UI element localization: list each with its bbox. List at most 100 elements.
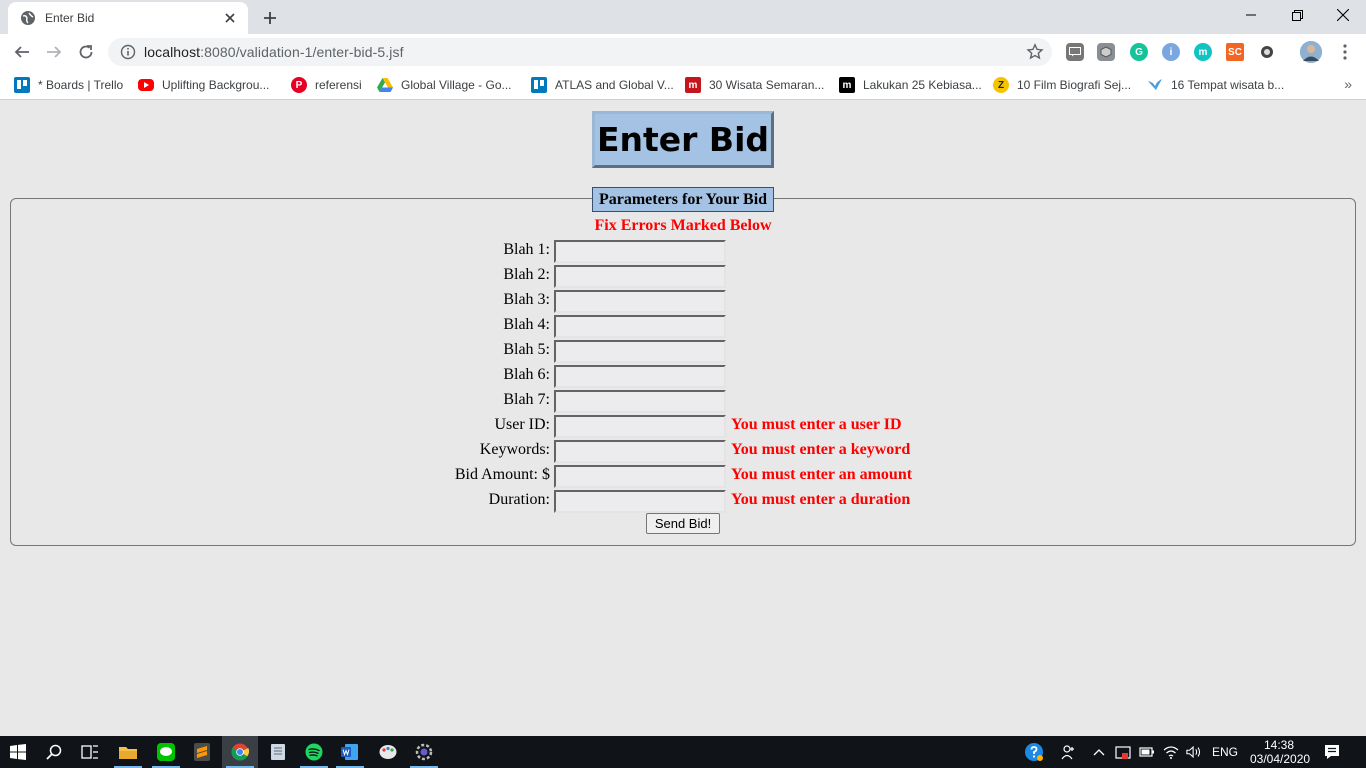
grammarly-icon[interactable]: G	[1130, 43, 1148, 61]
site-info-icon[interactable]	[120, 44, 136, 60]
bookmark-item[interactable]: P referensi	[291, 76, 362, 94]
blah-4-input[interactable]	[554, 315, 726, 338]
settings-app-icon[interactable]	[406, 736, 442, 768]
bookmark-item[interactable]: Z 10 Film Biografi Sej...	[993, 76, 1131, 94]
form-row: Blah 5:	[0, 338, 1366, 363]
duration-input[interactable]	[554, 490, 726, 513]
keywords-error: You must enter a keyword	[731, 441, 911, 458]
field-label: Blah 2:	[503, 266, 550, 283]
search-icon[interactable]	[36, 736, 72, 768]
trello-icon	[14, 77, 30, 93]
blah-3-input[interactable]	[554, 290, 726, 313]
user-id-error: You must enter a user ID	[731, 416, 902, 433]
bookmark-item[interactable]: Global Village - Go...	[377, 76, 512, 94]
line-icon[interactable]	[148, 736, 184, 768]
bookmark-item[interactable]: m 30 Wisata Semaran...	[685, 76, 824, 94]
start-icon[interactable]	[0, 736, 36, 768]
bookmark-item[interactable]: 16 Tempat wisata b...	[1147, 76, 1284, 94]
notes-icon[interactable]	[260, 736, 296, 768]
bookmark-item[interactable]: m Lakukan 25 Kebiasa...	[839, 76, 982, 94]
network-warning-icon[interactable]	[1115, 744, 1131, 760]
bookmark-label: 16 Tempat wisata b...	[1171, 78, 1285, 92]
blah-7-input[interactable]	[554, 390, 726, 413]
task-view-icon[interactable]	[72, 736, 108, 768]
reload-icon[interactable]	[72, 38, 100, 66]
m-logo-icon: m	[839, 77, 855, 93]
cube-extension-icon[interactable]	[1097, 43, 1115, 61]
blah-6-input[interactable]	[554, 365, 726, 388]
field-label: User ID:	[494, 416, 550, 433]
url-host: localhost	[144, 44, 201, 60]
field-label: Bid Amount: $	[454, 466, 550, 483]
paint-icon[interactable]	[370, 736, 406, 768]
bookmark-label: Uplifting Backgrou...	[162, 78, 270, 92]
wifi-icon[interactable]	[1163, 744, 1179, 760]
sublime-text-icon[interactable]	[184, 736, 220, 768]
blah-5-input[interactable]	[554, 340, 726, 363]
bookmark-label: Global Village - Go...	[401, 78, 512, 92]
page-content: Enter Bid Parameters for Your Bid Fix Er…	[0, 101, 1366, 736]
bookmark-star-icon[interactable]	[1026, 43, 1044, 61]
z-logo-icon: Z	[993, 77, 1009, 93]
spotify-icon[interactable]	[296, 736, 332, 768]
form-row: Bid Amount: $ You must enter an amount	[0, 463, 1366, 488]
page-title-box: Enter Bid	[592, 111, 774, 168]
address-bar[interactable]: localhost:8080/validation-1/enter-bid-5.…	[108, 38, 1052, 66]
minimize-icon[interactable]	[1228, 0, 1274, 30]
form-row: Blah 2:	[0, 263, 1366, 288]
chrome-icon[interactable]	[222, 736, 258, 768]
language-indicator[interactable]: ENG	[1212, 745, 1238, 759]
bookmark-label: ATLAS and Global V...	[555, 78, 674, 92]
tab-strip: Enter Bid	[0, 0, 1366, 34]
form-row: Blah 7:	[0, 388, 1366, 413]
mendeley-icon[interactable]: m	[1194, 43, 1212, 61]
bookmark-item[interactable]: Uplifting Backgrou...	[138, 76, 269, 94]
close-tab-icon[interactable]	[222, 10, 238, 26]
word-icon[interactable]	[332, 736, 368, 768]
new-tab-icon[interactable]	[258, 6, 282, 30]
bid-amount-input[interactable]	[554, 465, 726, 488]
feather-extension-icon[interactable]: i	[1162, 43, 1180, 61]
pinterest-icon: P	[291, 77, 307, 93]
field-label: Blah 6:	[503, 366, 550, 383]
chat-extension-icon[interactable]	[1066, 43, 1084, 61]
clock-date[interactable]: 03/04/2020	[1250, 752, 1310, 766]
bookmarks-bar: * Boards | Trello Uplifting Backgrou... …	[0, 70, 1366, 100]
field-label: Keywords:	[479, 441, 550, 458]
blah-1-input[interactable]	[554, 240, 726, 263]
keywords-input[interactable]	[554, 440, 726, 463]
browser-toolbar: localhost:8080/validation-1/enter-bid-5.…	[0, 34, 1366, 70]
form-row: Blah 3:	[0, 288, 1366, 313]
user-id-input[interactable]	[554, 415, 726, 438]
people-icon[interactable]	[1061, 744, 1077, 760]
chevron-up-icon[interactable]	[1091, 744, 1107, 760]
profile-avatar[interactable]	[1300, 41, 1322, 63]
help-icon[interactable]	[1024, 742, 1044, 762]
send-bid-button[interactable]: Send Bid!	[646, 513, 720, 534]
url-text: localhost:8080/validation-1/enter-bid-5.…	[144, 44, 404, 60]
volume-icon[interactable]	[1186, 744, 1202, 760]
record-extension-icon[interactable]	[1258, 43, 1276, 61]
bookmarks-overflow-icon[interactable]: »	[1344, 76, 1352, 92]
duration-error: You must enter a duration	[731, 491, 911, 508]
notifications-icon[interactable]	[1324, 744, 1340, 760]
restore-icon[interactable]	[1274, 0, 1320, 30]
soundcloud-icon[interactable]: SC	[1226, 43, 1244, 61]
close-window-icon[interactable]	[1320, 0, 1366, 30]
form-row: Blah 1:	[0, 238, 1366, 263]
browser-tab[interactable]: Enter Bid	[8, 2, 248, 34]
forward-icon[interactable]	[40, 38, 68, 66]
menu-kebab-icon[interactable]	[1336, 43, 1354, 61]
field-label: Duration:	[488, 491, 550, 508]
back-icon[interactable]	[8, 38, 36, 66]
trello-icon	[531, 77, 547, 93]
clock-time[interactable]: 14:38	[1264, 738, 1294, 752]
battery-icon[interactable]	[1139, 744, 1155, 760]
m-logo-icon: m	[685, 77, 701, 93]
bookmark-label: 30 Wisata Semaran...	[709, 78, 825, 92]
bookmark-item[interactable]: * Boards | Trello	[14, 76, 123, 94]
form-row: Blah 6:	[0, 363, 1366, 388]
file-explorer-icon[interactable]	[110, 736, 146, 768]
bookmark-item[interactable]: ATLAS and Global V...	[531, 76, 674, 94]
blah-2-input[interactable]	[554, 265, 726, 288]
